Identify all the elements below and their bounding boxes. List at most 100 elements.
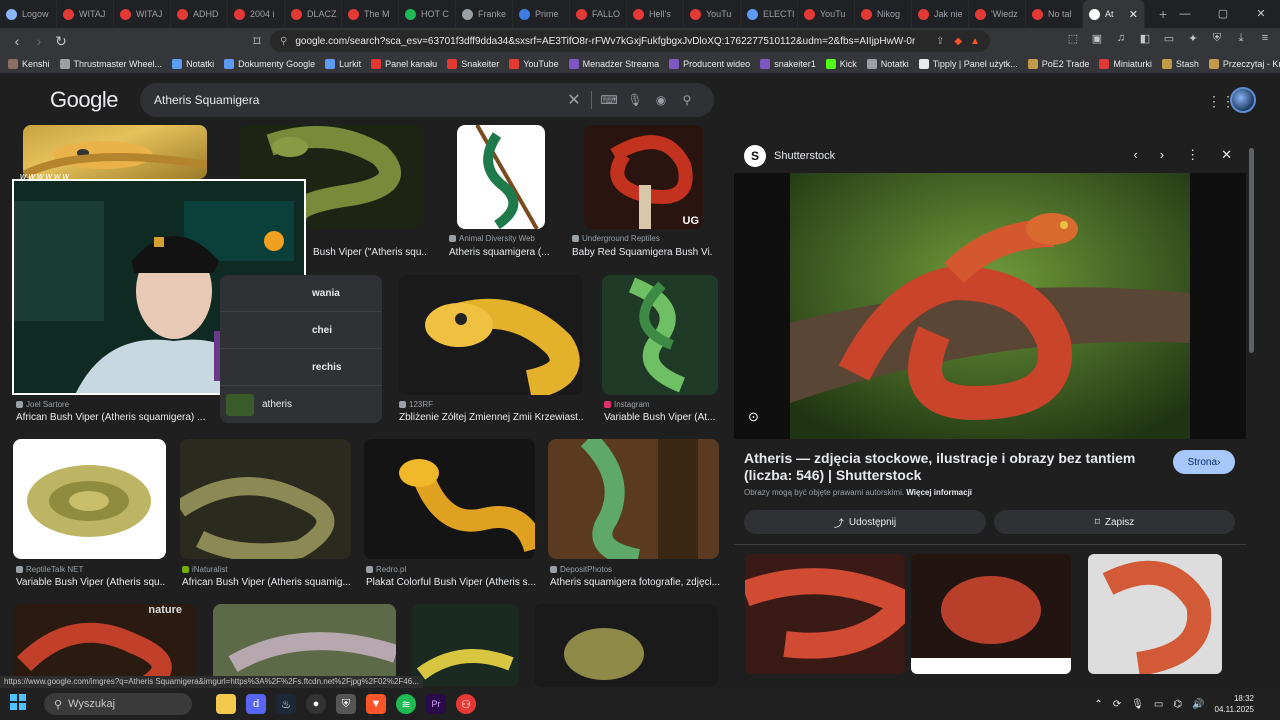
screenshot-icon[interactable]: ▣ bbox=[1090, 32, 1104, 46]
next-icon[interactable]: › bbox=[1160, 147, 1164, 163]
result-image[interactable] bbox=[213, 604, 396, 687]
browser-tab[interactable]: DLACZ bbox=[285, 0, 342, 28]
result-caption[interactable]: Variable Bush Viper (At... bbox=[604, 412, 718, 423]
bookmark-item[interactable]: Stash bbox=[1161, 58, 1199, 69]
bookmark-item[interactable]: Panel kanału bbox=[371, 58, 437, 69]
forward-icon[interactable]: › bbox=[28, 33, 50, 49]
result-image[interactable] bbox=[457, 125, 545, 229]
related-item[interactable]: chei bbox=[220, 312, 382, 349]
browser-tab[interactable]: ADHD bbox=[171, 0, 228, 28]
result-image[interactable]: UG bbox=[584, 125, 703, 229]
spotify-icon[interactable]: ≋ bbox=[396, 694, 416, 714]
display-icon[interactable]: ▭ bbox=[1154, 699, 1163, 710]
network-icon[interactable]: ⌬ bbox=[1173, 699, 1182, 710]
close-icon[interactable]: ✕ bbox=[1129, 8, 1138, 21]
media-icon[interactable]: ♫ bbox=[1114, 32, 1128, 46]
result-image[interactable] bbox=[180, 439, 351, 559]
browser-tab[interactable]: ELECTI bbox=[741, 0, 798, 28]
browser-tab[interactable]: Prime bbox=[513, 0, 570, 28]
vpn-icon[interactable]: ⛨ bbox=[1210, 32, 1224, 46]
bookmark-item[interactable]: Tipply | Panel użytk... bbox=[918, 58, 1018, 69]
browser-tab[interactable]: WITAJ bbox=[57, 0, 114, 28]
bookmark-item[interactable]: Dokumenty Google bbox=[224, 58, 315, 69]
reload-icon[interactable]: ↻ bbox=[50, 33, 72, 50]
result-caption[interactable]: Bush Viper ("Atheris squ... bbox=[313, 247, 428, 258]
chevron-up-icon[interactable]: ⌃ bbox=[1094, 699, 1102, 710]
site-name[interactable]: Shutterstock bbox=[774, 150, 835, 162]
result-image[interactable] bbox=[548, 439, 719, 559]
result-image[interactable] bbox=[602, 275, 718, 395]
browser-tab[interactable]: Logow bbox=[0, 0, 57, 28]
preview-image[interactable]: ⊙ bbox=[734, 173, 1246, 439]
browser-tab[interactable]: No tal bbox=[1026, 0, 1083, 28]
bookmark-item[interactable]: Menadżer Streama bbox=[568, 58, 659, 69]
search-icon[interactable]: ⚲ bbox=[674, 93, 700, 107]
sync-icon[interactable]: ⟳ bbox=[1113, 699, 1121, 710]
bookmark-item[interactable]: Przeczytaj - Kurs log... bbox=[1208, 58, 1280, 69]
visit-site-button[interactable]: Strona › bbox=[1173, 450, 1235, 474]
more-icon[interactable]: ⋮ bbox=[1186, 147, 1199, 163]
maximize-button[interactable]: ▢ bbox=[1204, 0, 1242, 28]
browser-tab[interactable]: FALLO bbox=[570, 0, 627, 28]
scrollbar[interactable] bbox=[1247, 138, 1255, 678]
result-image[interactable] bbox=[364, 439, 535, 559]
browser-tab[interactable]: Jak nie bbox=[912, 0, 969, 28]
result-image[interactable] bbox=[399, 275, 583, 395]
close-icon[interactable]: ✕ bbox=[1221, 147, 1232, 163]
result-caption[interactable]: African Bush Viper (Atheris squamigera) … bbox=[16, 412, 206, 423]
tab-active[interactable]: At ✕ bbox=[1083, 0, 1145, 28]
keyboard-icon[interactable]: ⌨ bbox=[596, 93, 622, 107]
browser-tab[interactable]: 'Wiedz bbox=[969, 0, 1026, 28]
extensions-icon[interactable]: ⬚ bbox=[1066, 32, 1080, 46]
back-icon[interactable]: ‹ bbox=[6, 33, 28, 49]
browser-tab[interactable]: Nikog bbox=[855, 0, 912, 28]
bookmark-item[interactable]: Producent wideo bbox=[669, 58, 750, 69]
result-caption[interactable]: Baby Red Squamigera Bush Vi... bbox=[572, 247, 712, 258]
visual-search-icon[interactable]: ⊙ bbox=[748, 409, 759, 425]
game-icon[interactable]: ⚇ bbox=[456, 694, 476, 714]
browser-tab[interactable]: Franke bbox=[456, 0, 513, 28]
prev-icon[interactable]: ‹ bbox=[1133, 147, 1137, 163]
google-logo[interactable]: Google bbox=[50, 87, 118, 113]
leo-ai-icon[interactable]: ✦ bbox=[1186, 32, 1200, 46]
related-image[interactable] bbox=[745, 554, 905, 674]
menu-icon[interactable]: ≡ bbox=[1258, 32, 1272, 46]
wallet-icon[interactable]: ▭ bbox=[1162, 32, 1176, 46]
bookmark-item[interactable]: PoE2 Trade bbox=[1027, 58, 1089, 69]
obs-icon[interactable]: ● bbox=[306, 694, 326, 714]
premiere-icon[interactable]: Pr bbox=[426, 694, 446, 714]
browser-tab[interactable]: YouTu bbox=[684, 0, 741, 28]
browser-tab[interactable]: WITAJ bbox=[114, 0, 171, 28]
minimize-button[interactable]: — bbox=[1166, 0, 1204, 28]
share-icon[interactable]: ⇪ bbox=[936, 36, 944, 47]
more-info-link[interactable]: Więcej informacji bbox=[906, 488, 972, 497]
bookmark-item[interactable]: Snakeiter bbox=[447, 58, 499, 69]
file-explorer-icon[interactable] bbox=[216, 694, 236, 714]
bookmark-item[interactable]: Thrustmaster Wheel... bbox=[59, 58, 162, 69]
scrollbar-thumb[interactable] bbox=[1249, 148, 1254, 353]
bookmark-item[interactable]: Kick bbox=[825, 58, 857, 69]
microphone-icon[interactable]: 🎙 bbox=[622, 93, 648, 107]
result-caption[interactable]: Variable Bush Viper (Atheris squ... bbox=[16, 577, 166, 588]
result-caption[interactable]: Zbliżenie Żółtej Zmiennej Żmii Krzewiast… bbox=[399, 412, 583, 423]
sidebar-icon[interactable]: ◧ bbox=[1138, 32, 1152, 46]
related-image[interactable] bbox=[911, 554, 1071, 674]
related-image[interactable] bbox=[1088, 554, 1222, 674]
result-caption[interactable]: Atheris squamigera fotografie, zdjęci... bbox=[550, 577, 720, 588]
microphone-icon[interactable]: 🎙 bbox=[1131, 699, 1144, 710]
lens-icon[interactable]: ◉ bbox=[648, 93, 674, 107]
rewards-icon[interactable]: ▲ bbox=[970, 36, 980, 47]
bookmark-item[interactable]: Kenshi bbox=[8, 58, 50, 69]
result-image[interactable] bbox=[534, 604, 718, 687]
bookmark-item[interactable]: Notatki bbox=[172, 58, 214, 69]
bookmark-item[interactable]: YouTube bbox=[509, 58, 559, 69]
address-field[interactable]: ⚲ google.com/search?sca_esv=63701f3dff9d… bbox=[270, 30, 990, 52]
bookmark-item[interactable]: snakeiter1 bbox=[760, 58, 816, 69]
discord-icon[interactable]: d bbox=[246, 694, 266, 714]
search-input[interactable]: Atheris Squamigera bbox=[154, 93, 561, 107]
brave-icon[interactable]: ▼ bbox=[366, 694, 386, 714]
avatar[interactable] bbox=[1230, 87, 1256, 113]
share-button[interactable]: ⤴ Udostępnij bbox=[744, 510, 986, 534]
shield-icon[interactable]: ⛨ bbox=[336, 694, 356, 714]
preview-title[interactable]: Atheris — zdjęcia stockowe, ilustracje i… bbox=[744, 450, 1164, 484]
